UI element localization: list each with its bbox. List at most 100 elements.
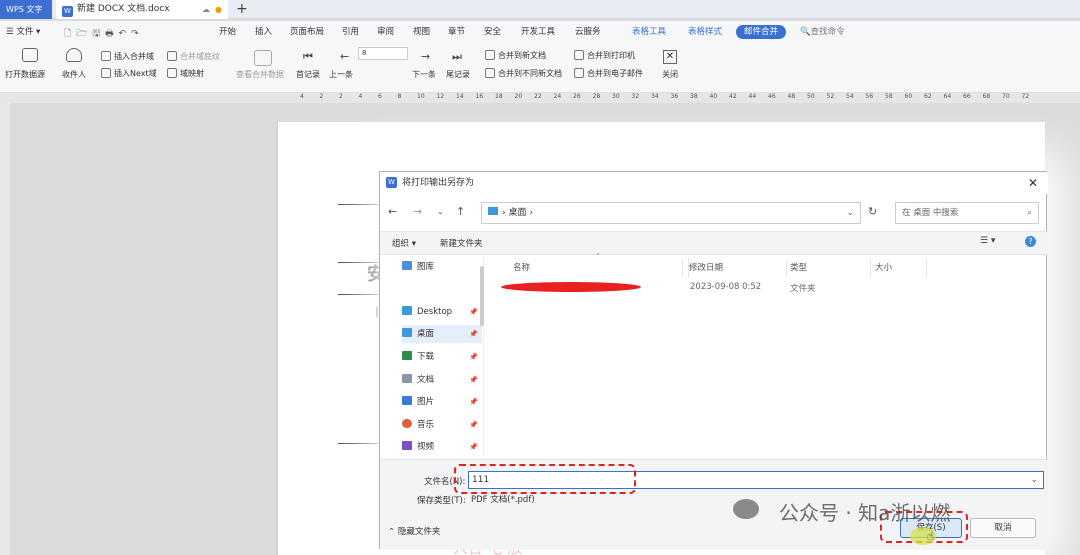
prev-record-button[interactable]: 上一条 — [329, 69, 353, 80]
ruler-tick-label: 34 — [651, 93, 659, 100]
last-record-icon: ⏭ — [452, 50, 462, 63]
nav-item-documents[interactable]: 文档 📌 — [402, 371, 482, 389]
cancel-button[interactable]: 取消 — [970, 518, 1036, 538]
column-name[interactable]: 名称 — [513, 258, 530, 278]
close-merge-button[interactable]: 关闭 — [662, 69, 678, 80]
menu-insert[interactable]: 插入 — [255, 21, 272, 43]
menu-developer[interactable]: 开发工具 — [521, 21, 555, 43]
merge-new-doc-label: 合并到新文档 — [498, 51, 546, 60]
menu-mail-merge[interactable]: 邮件合并 — [736, 25, 787, 39]
ruler-tick-label: 48 — [787, 93, 796, 100]
help-icon[interactable]: ? — [1025, 236, 1036, 247]
menu-references[interactable]: 引用 — [342, 21, 359, 43]
nav-item-videos[interactable]: 视频 📌 — [402, 438, 482, 456]
merge-diff-doc-label: 合并到不同新文档 — [498, 69, 562, 78]
ruler-tick-label: 44 — [748, 93, 757, 100]
menu-start[interactable]: 开始 — [219, 21, 236, 43]
merge-field-mark-button[interactable]: 合并域底纹 — [167, 51, 220, 62]
back-arrow-icon[interactable]: ← — [388, 205, 397, 218]
file-date: 2023-09-08 0:52 — [690, 282, 762, 292]
command-bar: 组织 ▾ 新建文件夹 ☰ ▾ ? — [380, 231, 1048, 255]
forward-arrow-icon[interactable]: → — [413, 205, 422, 218]
merge-diff-doc-button[interactable]: 合并到不同新文档 — [485, 68, 562, 79]
ruler-tick-label: 20 — [514, 93, 523, 100]
wps-writer-icon: W — [62, 6, 73, 17]
menu-view[interactable]: 视图 — [413, 21, 430, 43]
nav-item-label: 桌面 — [417, 329, 435, 339]
ruler-tick-label: 14 — [456, 93, 464, 100]
new-tab-button[interactable]: + — [236, 1, 248, 17]
menu-table-tools[interactable]: 表格工具 — [632, 21, 666, 43]
chevron-up-icon: ⌃ — [388, 527, 398, 537]
address-bar[interactable]: › 桌面 › ⌄ — [481, 202, 861, 224]
merge-email-label: 合并到电子邮件 — [587, 69, 643, 78]
address-dropdown-icon: ⌄ — [846, 208, 854, 218]
nav-item-gallery[interactable]: 图库 — [402, 258, 482, 276]
document-tab[interactable]: W 新建 DOCX 文档.docx ☁ ● — [56, 0, 228, 19]
column-size[interactable]: 大小 — [875, 258, 892, 278]
first-record-button[interactable]: 首记录 — [296, 69, 320, 80]
nav-item-pictures[interactable]: 图片 📌 — [402, 393, 482, 411]
hand-cursor-icon: ☝ — [927, 529, 935, 543]
quick-access-toolbar[interactable]: 🗋🗁🖫🖶↶↷ — [64, 26, 144, 42]
wechat-icon — [733, 499, 759, 519]
dialog-close-button[interactable]: ✕ — [1028, 176, 1038, 190]
insert-merge-field-button[interactable]: 插入合并域 — [101, 51, 154, 62]
menu-chapter[interactable]: 章节 — [448, 21, 465, 43]
nav-item-label: 视频 — [417, 442, 435, 452]
ruler-tick-label: 4 — [300, 93, 304, 100]
ruler-tick-label: 36 — [670, 93, 679, 100]
open-data-source-button[interactable]: 打开数据源 — [5, 69, 45, 80]
nav-item-desktop[interactable]: Desktop 📌 — [402, 303, 482, 321]
menu-table-style[interactable]: 表格样式 — [688, 21, 722, 43]
up-arrow-icon[interactable]: ↑ — [456, 205, 465, 218]
column-date[interactable]: 修改日期 — [688, 258, 723, 278]
merge-printer-button[interactable]: 合并到打印机 — [574, 50, 635, 61]
menu-review[interactable]: 审阅 — [377, 21, 394, 43]
app-tab[interactable]: WPS 文字 — [0, 0, 52, 19]
nav-item-desktop-cn[interactable]: 桌面 📌 — [402, 325, 482, 343]
field-map-label: 域映射 — [180, 69, 204, 78]
file-menu[interactable]: ☰ 文件 ▾ — [6, 21, 40, 43]
view-options-icon[interactable]: ☰ ▾ — [980, 236, 995, 246]
merge-field-mark-label: 合并域底纹 — [180, 52, 220, 61]
view-merge-data-button[interactable]: 查看合并数据 — [236, 69, 284, 80]
insert-next-button[interactable]: 插入Next域 — [101, 68, 157, 79]
next-record-button[interactable]: 下一条 — [412, 69, 436, 80]
menu-security[interactable]: 安全 — [484, 21, 501, 43]
recent-dropdown-icon[interactable]: ⌄ — [437, 207, 444, 216]
menu-page-layout[interactable]: 页面布局 — [290, 21, 324, 43]
refresh-icon[interactable]: ↻ — [868, 205, 877, 218]
insert-next-label: 插入Next域 — [114, 69, 157, 78]
file-row[interactable]: 2023-09-08 0:52 文件夹 — [498, 279, 1038, 297]
highlight-frame — [454, 464, 636, 494]
nav-scrollbar[interactable] — [480, 266, 484, 326]
nav-item-downloads[interactable]: 下载 📌 — [402, 348, 482, 366]
merge-new-doc-button[interactable]: 合并到新文档 — [485, 50, 546, 61]
last-record-button[interactable]: 尾记录 — [446, 69, 470, 80]
column-type[interactable]: 类型 — [790, 258, 807, 278]
horizontal-ruler[interactable]: 4 2 2 4 6 8 10 12 14 16 18 20 22 24 26 28 30 32 34 36 38 40 42… — [0, 93, 1080, 103]
column-divider — [786, 260, 787, 276]
field-map-button[interactable]: 域映射 — [167, 68, 204, 79]
gallery-icon — [402, 261, 412, 270]
record-number-field[interactable]: 8 — [358, 47, 408, 60]
nav-item-label: 文档 — [417, 375, 435, 385]
new-folder-button[interactable]: 新建文件夹 — [440, 237, 483, 249]
recipients-button[interactable]: 收件人 — [62, 69, 86, 80]
ruler-tick-label: 16 — [475, 93, 484, 100]
title-bar: WPS 文字 W 新建 DOCX 文档.docx ☁ ● + — [0, 0, 1080, 19]
command-search[interactable]: 🔍查找命令 — [800, 21, 845, 43]
printer-icon — [574, 50, 584, 60]
ruler-tick-label: 50 — [807, 93, 815, 100]
nav-item-music[interactable]: 音乐 📌 — [402, 416, 482, 434]
merge-email-button[interactable]: 合并到电子邮件 — [574, 68, 643, 79]
search-field[interactable]: 在 桌面 中搜索 ⌕ — [895, 202, 1039, 224]
organize-button[interactable]: 组织 ▾ — [392, 237, 416, 249]
menu-cloud[interactable]: 云服务 — [575, 21, 601, 43]
hide-folders-toggle[interactable]: ⌃ 隐藏文件夹 — [388, 525, 440, 537]
table-line — [338, 294, 378, 295]
field-icon — [101, 51, 111, 61]
ruler-tick-label: 60 — [904, 93, 913, 100]
dialog-title: 将打印输出另存为 — [402, 178, 475, 188]
